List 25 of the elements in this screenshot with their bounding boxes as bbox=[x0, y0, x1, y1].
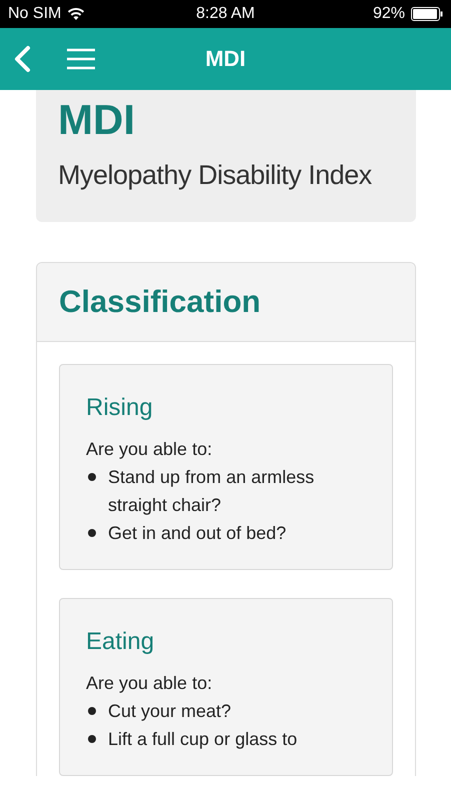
section-title: Classification bbox=[59, 284, 261, 320]
menu-icon bbox=[66, 48, 96, 70]
question-item: Get in and out of bed? bbox=[108, 522, 286, 545]
back-button[interactable] bbox=[12, 45, 32, 73]
carrier-label: No SIM bbox=[8, 5, 62, 23]
clock-time: 8:28 AM bbox=[196, 5, 255, 23]
category-title: Rising bbox=[86, 393, 154, 423]
question-item: Lift a full cup or glass to bbox=[108, 728, 298, 751]
wifi-icon bbox=[67, 7, 86, 21]
bullet-icon bbox=[88, 529, 96, 537]
page-title: MDI bbox=[58, 96, 136, 144]
battery-percent: 92% bbox=[372, 5, 405, 23]
question-prompt: Are you able to: bbox=[86, 672, 214, 695]
question-item: Stand up from an armless straight chair? bbox=[108, 466, 316, 517]
battery-icon bbox=[410, 7, 443, 21]
bullet-icon bbox=[88, 473, 96, 481]
question-item: Cut your meat? bbox=[108, 700, 232, 723]
question-prompt: Are you able to: bbox=[86, 438, 214, 461]
category-title: Eating bbox=[86, 627, 156, 657]
nav-title: MDI bbox=[205, 46, 246, 72]
back-icon bbox=[12, 45, 32, 73]
page-subtitle: Myelopathy Disability Index bbox=[58, 159, 373, 192]
menu-button[interactable] bbox=[66, 48, 96, 70]
bullet-icon bbox=[88, 735, 96, 743]
bullet-icon bbox=[88, 707, 96, 715]
